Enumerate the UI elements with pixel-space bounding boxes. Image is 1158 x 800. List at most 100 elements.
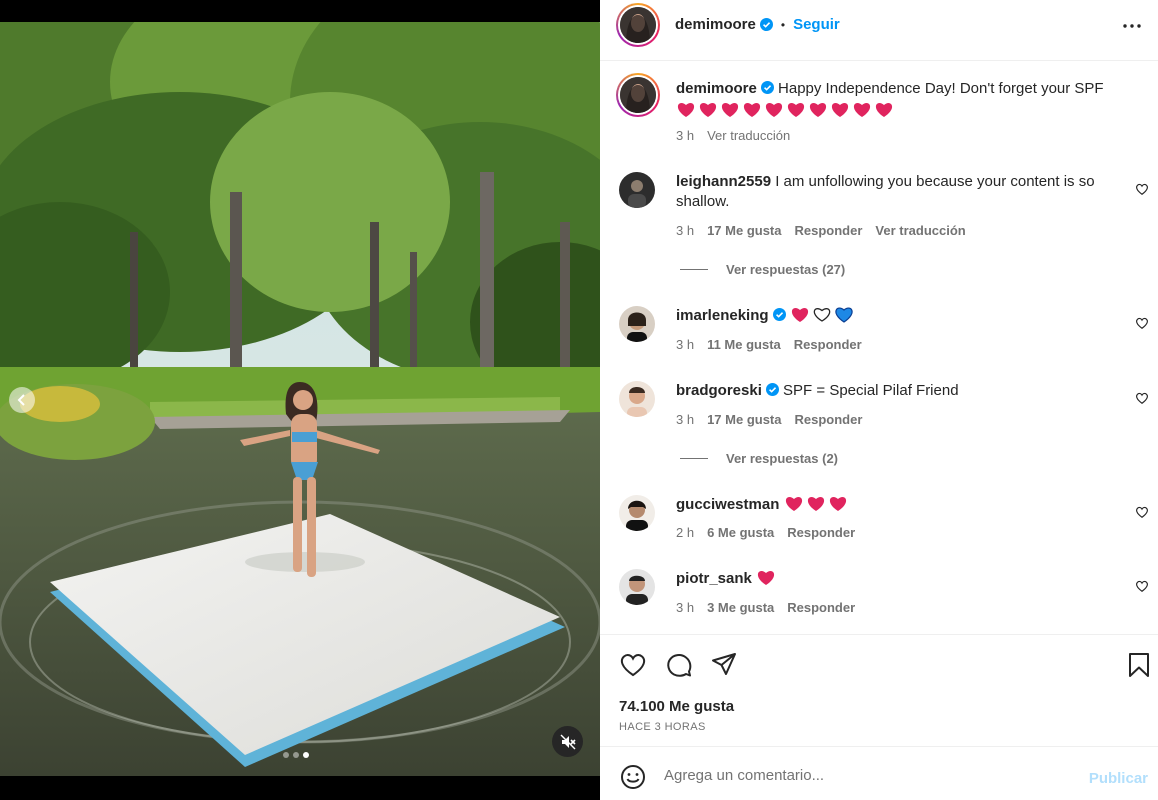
comment-text-block: bradgoreski SPF = Special Pilaf Friend [676, 381, 1136, 401]
comment-translate-link[interactable]: Ver traducción [875, 223, 965, 238]
publish-button[interactable]: Publicar [1089, 770, 1148, 787]
comment-time[interactable]: 3 h [676, 600, 694, 615]
carousel-indicator [283, 752, 309, 758]
caption-username[interactable]: demimoore [676, 80, 757, 97]
comment-meta: 2 h 6 Me gusta Responder [676, 525, 855, 540]
comment-text: I am unfollowing you because your conten… [775, 173, 1095, 190]
comment-avatar[interactable] [619, 569, 655, 605]
red-heart-icon [807, 497, 824, 511]
verified-badge-icon [759, 18, 773, 31]
caption-meta: 3 h Ver traducción [676, 128, 790, 143]
carousel-prev-button[interactable] [9, 387, 35, 413]
author-avatar[interactable] [616, 3, 660, 47]
red-heart-icon [809, 103, 827, 117]
follow-button[interactable]: Seguir [793, 16, 840, 33]
comment-text-block: leighann2559 I am unfollowing you becaus… [676, 172, 1136, 212]
comment-likes[interactable]: 11 Me gusta [707, 337, 781, 352]
red-heart-icon [853, 103, 871, 117]
comment-text: SPF = Special Pilaf Friend [783, 382, 959, 399]
comment-reply-button[interactable]: Responder [794, 337, 862, 352]
comment-likes[interactable]: 6 Me gusta [707, 525, 774, 540]
comment-reply-button[interactable]: Responder [795, 412, 863, 427]
comment-text-block: gucciwestman [676, 495, 1136, 515]
comment-username[interactable]: piotr_sank [676, 570, 752, 587]
comment-username[interactable]: gucciwestman [676, 496, 779, 513]
comment-like-icon[interactable] [1135, 316, 1149, 330]
more-options-icon[interactable] [1120, 14, 1144, 38]
chevron-left-icon [17, 394, 25, 406]
view-replies-label: Ver respuestas (27) [726, 262, 846, 277]
view-replies-button[interactable]: Ver respuestas (2) [680, 451, 838, 466]
blue-heart-icon [835, 307, 853, 323]
comment-time[interactable]: 2 h [676, 525, 694, 540]
comment-meta: 3 h 17 Me gusta Responder Ver traducción [676, 223, 966, 238]
like-icon[interactable] [619, 651, 647, 679]
red-heart-icon [787, 103, 805, 117]
carousel-dot [293, 752, 299, 758]
post-photo [0, 22, 600, 776]
comment-text-block: piotr_sank [676, 569, 1136, 589]
bookmark-icon[interactable] [1125, 651, 1153, 679]
carousel-dot [283, 752, 289, 758]
comment-likes[interactable]: 17 Me gusta [707, 223, 781, 238]
comment-avatar[interactable] [619, 172, 655, 208]
verified-badge-icon [772, 308, 786, 321]
comment-time[interactable]: 3 h [676, 337, 694, 352]
view-replies-button[interactable]: Ver respuestas (27) [680, 262, 845, 277]
comment-like-icon[interactable] [1135, 182, 1149, 196]
comment-meta: 3 h 11 Me gusta Responder [676, 337, 862, 352]
comment-input[interactable] [664, 767, 1064, 784]
post-details-panel: demimoore • Seguir demimoore Happy Indep… [600, 0, 1158, 800]
red-heart-icon [677, 103, 695, 117]
red-heart-icon [765, 103, 783, 117]
mute-button[interactable] [552, 726, 583, 757]
carousel-dot-active [303, 752, 309, 758]
comment-likes[interactable]: 17 Me gusta [707, 412, 781, 427]
red-heart-icon [699, 103, 717, 117]
comment-composer: Publicar [600, 748, 1158, 800]
comment-avatar[interactable] [619, 381, 655, 417]
comment-time[interactable]: 3 h [676, 412, 694, 427]
comment-avatar[interactable] [619, 495, 655, 531]
caption-translate-link[interactable]: Ver traducción [707, 128, 790, 143]
comment-reply-button[interactable]: Responder [787, 600, 855, 615]
caption-time[interactable]: 3 h [676, 128, 694, 143]
comment-reply-button[interactable]: Responder [795, 223, 863, 238]
red-heart-icon [785, 497, 802, 511]
mute-icon [560, 734, 576, 749]
comment-meta: 3 h 3 Me gusta Responder [676, 600, 855, 615]
comment-username[interactable]: bradgoreski [676, 382, 762, 399]
post-time[interactable]: HACE 3 HORAS [619, 721, 706, 733]
emoji-icon[interactable] [620, 764, 646, 790]
comment-username[interactable]: leighann2559 [676, 173, 771, 190]
caption-hearts [676, 101, 1136, 121]
author-username[interactable]: demimoore [675, 16, 756, 33]
comment-icon[interactable] [665, 651, 693, 679]
red-heart-icon [721, 103, 739, 117]
red-heart-icon [757, 571, 775, 585]
verified-badge-icon [760, 81, 774, 94]
red-heart-icon [743, 103, 761, 117]
caption-text: Happy Independence Day! Don't forget you… [778, 80, 1104, 97]
verified-badge-icon [765, 383, 779, 396]
caption-text-block: demimoore Happy Independence Day! Don't … [676, 79, 1136, 121]
caption-author-avatar[interactable] [616, 73, 660, 117]
likes-count[interactable]: 74.100 Me gusta [619, 698, 734, 715]
comment-username[interactable]: imarleneking [676, 307, 769, 324]
red-heart-icon [875, 103, 893, 117]
post-actions: 74.100 Me gusta HACE 3 HORAS [600, 635, 1158, 747]
comment-avatar[interactable] [619, 306, 655, 342]
view-replies-label: Ver respuestas (2) [726, 451, 839, 466]
red-heart-icon [829, 497, 846, 511]
post-media[interactable] [0, 0, 600, 800]
comment-like-icon[interactable] [1135, 505, 1149, 519]
comment-reply-button[interactable]: Responder [787, 525, 855, 540]
white-heart-icon [813, 308, 830, 322]
comment-like-icon[interactable] [1135, 579, 1149, 593]
comment-like-icon[interactable] [1135, 391, 1149, 405]
comment-likes[interactable]: 3 Me gusta [707, 600, 774, 615]
comment-text-block: imarleneking [676, 306, 1136, 326]
comment-time[interactable]: 3 h [676, 223, 694, 238]
share-icon[interactable] [710, 651, 738, 679]
comments-list[interactable]: demimoore Happy Independence Day! Don't … [600, 61, 1158, 635]
